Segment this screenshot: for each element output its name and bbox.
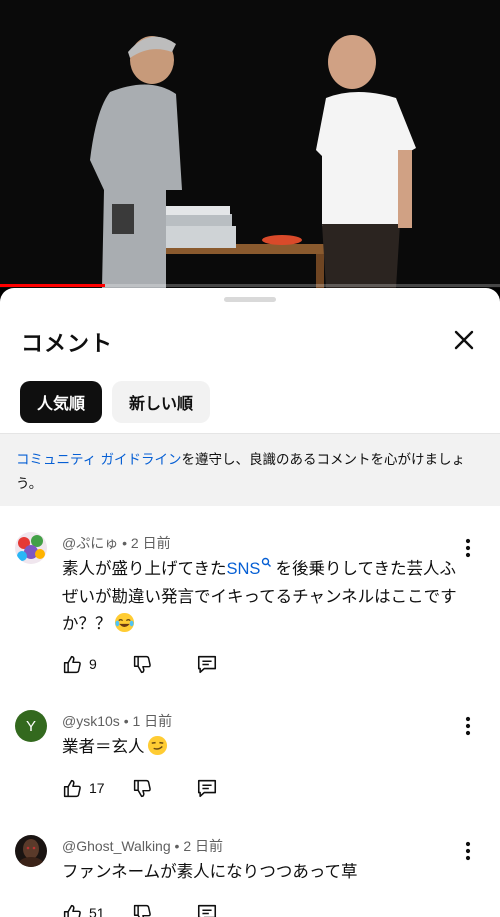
sort-chips: 人気順 新しい順 [20, 381, 211, 423]
comment-text-part: ファンネームが素人になりつつあって草 [62, 862, 358, 881]
comment-author[interactable]: @ぷにゅ [62, 535, 118, 551]
kebab-menu-icon [465, 841, 471, 861]
dislike-button[interactable] [132, 652, 153, 676]
comment-text-part: 業者＝玄人 [62, 737, 145, 756]
like-count: 9 [89, 656, 97, 672]
chip-newest[interactable]: 新しい順 [112, 381, 211, 423]
reply-icon [197, 779, 217, 798]
avatar[interactable]: Y [15, 710, 47, 742]
more-options-button[interactable] [458, 536, 478, 560]
video-frame [0, 0, 500, 288]
reply-icon [197, 655, 217, 674]
sns-search-link[interactable]: SNS [226, 557, 276, 578]
thumbs-down-icon [133, 655, 151, 673]
comment-time: 2 日前 [183, 838, 223, 854]
close-icon [454, 330, 474, 350]
search-icon [262, 557, 272, 567]
more-options-button[interactable] [458, 714, 478, 738]
dislike-button[interactable] [132, 901, 153, 917]
reply-button[interactable] [196, 652, 218, 676]
reply-button[interactable] [196, 901, 218, 917]
meta-separator: • [122, 535, 131, 551]
reply-button[interactable] [196, 776, 218, 800]
video-progress-bar[interactable] [0, 284, 500, 287]
comment-text: 業者＝玄人 [62, 733, 457, 760]
drag-handle[interactable] [224, 297, 276, 302]
comment-time: 1 日前 [132, 713, 173, 729]
comment-time: 2 日前 [130, 535, 171, 551]
comment-author[interactable]: @ysk10s [62, 713, 120, 729]
more-options-button[interactable] [458, 839, 478, 863]
thumbs-up-icon [63, 779, 81, 797]
thumbs-down-icon [133, 779, 151, 797]
chip-popular[interactable]: 人気順 [20, 381, 103, 423]
avatar-image [15, 835, 47, 867]
like-button[interactable]: 9 [62, 652, 97, 676]
avatar[interactable] [15, 532, 47, 564]
dislike-button[interactable] [132, 776, 153, 800]
smirk-emoji [147, 735, 167, 756]
sns-link-text: SNS [226, 560, 261, 578]
community-guidelines-link[interactable]: コミュニティ ガイドライン [16, 452, 181, 468]
reply-icon [197, 904, 217, 917]
avatar[interactable] [15, 835, 47, 867]
like-button[interactable]: 51 [62, 901, 105, 917]
like-count: 17 [89, 780, 105, 796]
comment-meta: @Ghost_Walking • 2 日前 [62, 836, 223, 856]
comment-meta: @ysk10s • 1 日前 [62, 711, 172, 731]
thumbs-up-icon [63, 904, 81, 917]
comment-meta: @ぷにゅ • 2 日前 [62, 533, 171, 553]
avatar-image [15, 532, 47, 564]
kebab-menu-icon [465, 538, 471, 558]
thumbs-down-icon [133, 904, 151, 917]
video-player[interactable] [0, 0, 500, 288]
video-progress-fill [0, 284, 105, 287]
thumbs-up-icon [63, 655, 81, 673]
meta-separator: • [174, 838, 184, 854]
comment-text: 素人が盛り上げてきたSNS を後乗りしてきた芸人ふぜいが勘違い発言でイキってるチャ… [62, 555, 457, 637]
close-button[interactable] [448, 324, 480, 356]
like-button[interactable]: 17 [62, 776, 105, 800]
comments-sheet: コメント 人気順 新しい順 コミュニティ ガイドラインを遵守し、良識のあるコメン… [0, 288, 500, 917]
community-guidelines-notice: コミュニティ ガイドラインを遵守し、良識のあるコメントを心がけましょう。 [0, 433, 500, 506]
tears-of-joy-emoji [114, 612, 134, 633]
comment-text: ファンネームが素人になりつつあって草 [62, 858, 457, 885]
comment-author[interactable]: @Ghost_Walking [62, 838, 171, 854]
kebab-menu-icon [465, 716, 471, 736]
comment-text-part: 素人が盛り上げてきた [62, 559, 227, 578]
like-count: 51 [89, 905, 105, 917]
sheet-title: コメント [21, 332, 114, 357]
